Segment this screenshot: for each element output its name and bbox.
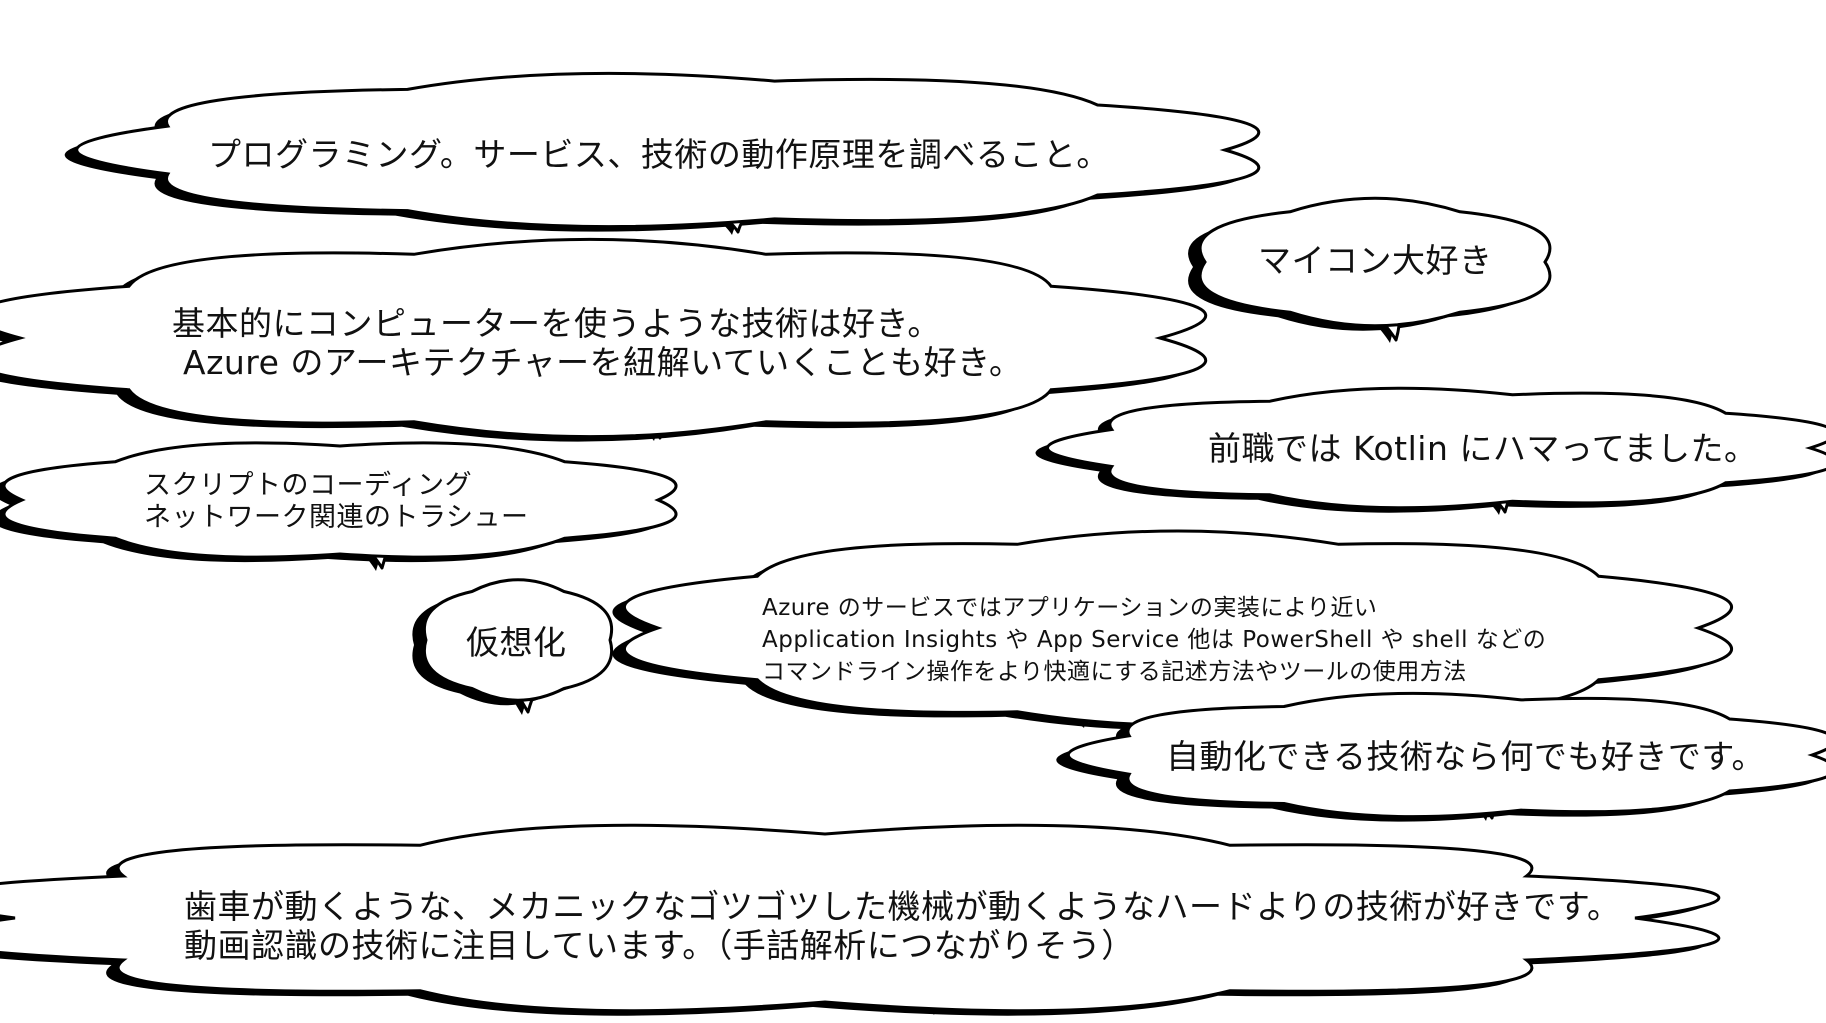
bubble-microcontroller-text: マイコン大好き xyxy=(1258,241,1493,280)
speech-bubble-canvas: プログラミング。サービス、技術の動作原理を調べること。 マイコン大好き 基本的に… xyxy=(0,0,1826,1023)
bubble-mechanical-text: 歯車が動くような、メカニックなゴツゴツした機械が動くようなハードよりの技術が好き… xyxy=(184,887,1621,965)
bubble-automation-text: 自動化できる技術なら何でも好きです。 xyxy=(1166,737,1766,776)
bubble-programming-text: プログラミング。サービス、技術の動作原理を調べること。 xyxy=(208,135,1110,174)
bubble-azure-services-text: Azure のサービスではアプリケーションの実装により近い Applicatio… xyxy=(762,595,1547,686)
bubble-virtualization-text: 仮想化 xyxy=(466,623,567,662)
bubble-kotlin-text: 前職では Kotlin にハマってました。 xyxy=(1208,429,1758,468)
bubble-scripting-text: スクリプトのコーディング ネットワーク関連のトラシュー xyxy=(144,470,529,533)
bubble-computer-tech-text: 基本的にコンピューターを使うような技術は好き。 Azure のアーキテクチャーを… xyxy=(172,304,1023,382)
